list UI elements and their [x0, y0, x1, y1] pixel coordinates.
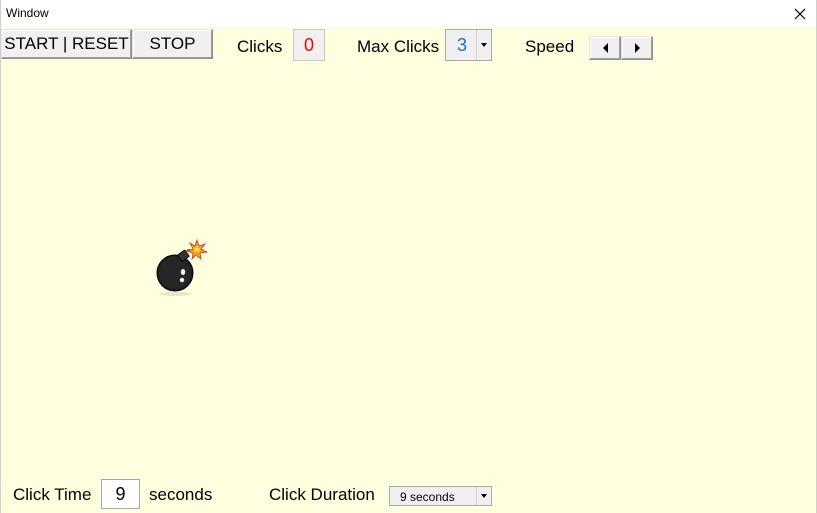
stop-button[interactable]: STOP	[132, 29, 213, 59]
close-icon	[794, 8, 806, 19]
click-duration-value: 9 seconds	[400, 490, 455, 504]
chevron-down-icon	[481, 494, 487, 498]
seconds-label: seconds	[149, 485, 213, 504]
click-time-label: Click Time	[13, 485, 92, 504]
speed-increase-button[interactable]	[621, 36, 653, 60]
start-reset-button[interactable]: START | RESET	[1, 29, 132, 59]
right-arrow-icon	[634, 43, 640, 53]
app-window: Window START | RESET STOP Clicks 0 Max C…	[0, 0, 817, 513]
click-duration-label: Click Duration	[269, 485, 375, 504]
window-title: Window	[6, 6, 49, 20]
click-time-input[interactable]: 9	[101, 479, 140, 509]
max-clicks-select[interactable]: 3	[445, 29, 492, 61]
click-duration-select[interactable]: 9 seconds	[389, 486, 492, 506]
clicks-counter: 0	[293, 29, 325, 61]
speed-label: Speed	[525, 37, 575, 56]
max-clicks-dropdown-button[interactable]	[476, 30, 491, 60]
max-clicks-value: 3	[457, 35, 468, 55]
click-duration-dropdown-button[interactable]	[476, 487, 491, 505]
speed-decrease-button[interactable]	[589, 36, 621, 60]
clicks-label: Clicks	[237, 37, 283, 56]
title-bar: Window	[1, 0, 816, 27]
close-button[interactable]	[784, 0, 816, 27]
max-clicks-label: Max Clicks	[357, 37, 440, 56]
left-arrow-icon	[602, 43, 608, 53]
chevron-down-icon	[481, 43, 487, 47]
bomb-icon[interactable]	[153, 238, 213, 296]
